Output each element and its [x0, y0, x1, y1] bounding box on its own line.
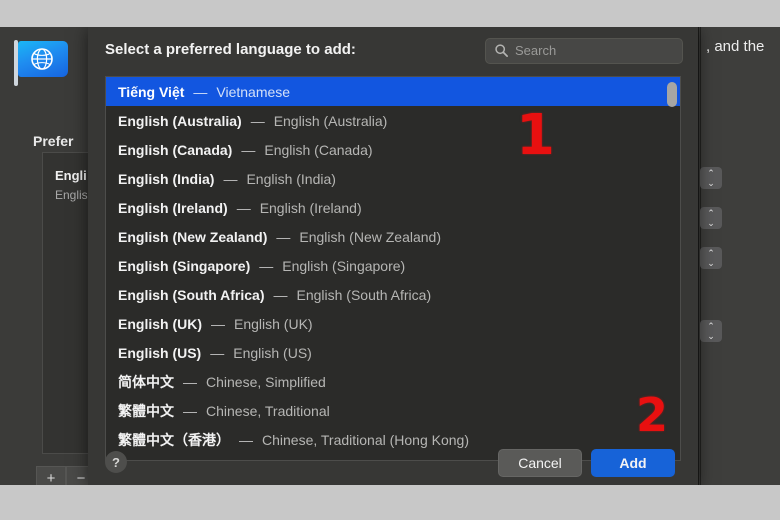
- globe-icon: [31, 48, 53, 70]
- language-list-item[interactable]: English (Singapore) — English (Singapore): [106, 251, 680, 280]
- globe-flag-icon: [14, 38, 70, 88]
- popup-chevron-icon-3[interactable]: ⌃ ⌄: [700, 247, 722, 269]
- screenshot-root: Prefer Engli Englis + − , and the ⌃ ⌄ ⌃ ⌄ …: [0, 0, 780, 520]
- language-english-name: Chinese, Simplified: [206, 373, 326, 390]
- language-list-item[interactable]: 繁體中文 — Chinese, Traditional: [106, 396, 680, 425]
- language-separator: —: [223, 170, 238, 187]
- language-list-item[interactable]: English (Australia) — English (Australia): [106, 106, 680, 135]
- background-language-list: Engli Englis: [42, 152, 89, 454]
- language-native-name: English (India): [118, 170, 215, 187]
- language-separator: —: [193, 83, 208, 100]
- language-native-name: English (Singapore): [118, 257, 251, 274]
- language-english-name: Vietnamese: [216, 83, 291, 100]
- language-picker-dialog: Select a preferred language to add: Sear…: [88, 27, 698, 485]
- language-list-item[interactable]: English (UK) — English (UK): [106, 309, 680, 338]
- language-separator: —: [276, 228, 291, 245]
- language-list-item[interactable]: 简体中文 — Chinese, Simplified: [106, 367, 680, 396]
- language-separator: —: [183, 373, 197, 390]
- help-button[interactable]: ?: [105, 451, 127, 473]
- letterbox-top: [0, 0, 780, 27]
- language-list-item[interactable]: English (US) — English (US): [106, 338, 680, 367]
- language-list-item[interactable]: English (India) — English (India): [106, 164, 680, 193]
- popup-chevron-icon-2[interactable]: ⌃ ⌄: [700, 207, 722, 229]
- language-english-name: English (South Africa): [296, 286, 432, 303]
- search-icon: [495, 44, 508, 57]
- language-separator: —: [236, 199, 251, 216]
- language-english-name: English (India): [246, 170, 336, 187]
- language-list-rows: Tiếng Việt — Vietnamese English (Australia)…: [106, 77, 680, 454]
- dialog-footer: ? Cancel Add: [88, 449, 698, 485]
- language-native-name: English (Australia): [118, 112, 242, 129]
- letterbox-bottom: [0, 485, 780, 520]
- language-english-name: English (Ireland): [259, 199, 362, 216]
- language-native-name: English (US): [118, 344, 202, 361]
- language-native-name: 繁體中文（香港）: [118, 431, 230, 448]
- language-english-name: English (New Zealand): [299, 228, 441, 245]
- language-native-name: English (Ireland): [118, 199, 228, 216]
- language-separator: —: [250, 112, 265, 129]
- language-separator: —: [259, 257, 274, 274]
- annotation-step-1: 1: [516, 103, 555, 168]
- language-native-name: 简体中文: [118, 373, 174, 390]
- search-placeholder: Search: [515, 43, 557, 58]
- dialog-header: Select a preferred language to add: Sear…: [88, 27, 698, 74]
- language-english-name: English (Canada): [264, 141, 373, 158]
- language-list-item[interactable]: English (South Africa) — English (South Af…: [106, 280, 680, 309]
- language-list[interactable]: Tiếng Việt — Vietnamese English (Australia)…: [105, 76, 681, 461]
- background-list-item-secondary: Englis: [55, 188, 88, 202]
- language-native-name: English (New Zealand): [118, 228, 268, 245]
- background-list-item-primary: Engli: [55, 168, 87, 183]
- language-native-name: English (Canada): [118, 141, 233, 158]
- language-english-name: English (US): [233, 344, 312, 361]
- cancel-button[interactable]: Cancel: [498, 449, 582, 477]
- popup-chevron-icon-4[interactable]: ⌃ ⌄: [700, 320, 722, 342]
- background-preferred-languages-label: Prefer: [33, 133, 74, 149]
- popup-chevron-icon-1[interactable]: ⌃ ⌄: [700, 167, 722, 189]
- language-english-name: English (UK): [234, 315, 313, 332]
- language-english-name: Chinese, Traditional (Hong Kong): [262, 431, 470, 448]
- language-separator: —: [273, 286, 288, 303]
- annotation-step-2: 2: [636, 388, 669, 442]
- language-english-name: Chinese, Traditional: [206, 402, 330, 419]
- language-list-item[interactable]: Tiếng Việt — Vietnamese: [106, 77, 680, 106]
- language-separator: —: [241, 141, 256, 158]
- background-right-text: , and the: [706, 38, 765, 55]
- language-separator: —: [183, 402, 197, 419]
- dialog-title: Select a preferred language to add:: [105, 41, 356, 58]
- language-separator: —: [210, 344, 225, 361]
- language-native-name: English (UK): [118, 315, 202, 332]
- language-list-item[interactable]: English (Canada) — English (Canada): [106, 135, 680, 164]
- language-list-item[interactable]: English (Ireland) — English (Ireland): [106, 193, 680, 222]
- language-english-name: English (Australia): [273, 112, 388, 129]
- search-field[interactable]: Search: [485, 38, 683, 64]
- add-button[interactable]: Add: [591, 449, 675, 477]
- language-separator: —: [239, 431, 253, 448]
- language-native-name: 繁體中文: [118, 402, 174, 419]
- language-english-name: English (Singapore): [282, 257, 406, 274]
- language-native-name: Tiếng Việt: [118, 83, 185, 100]
- list-scrollbar-thumb[interactable]: [667, 82, 677, 107]
- language-native-name: English (South Africa): [118, 286, 265, 303]
- language-list-item[interactable]: English (New Zealand) — English (New Zeala…: [106, 222, 680, 251]
- language-separator: —: [211, 315, 225, 332]
